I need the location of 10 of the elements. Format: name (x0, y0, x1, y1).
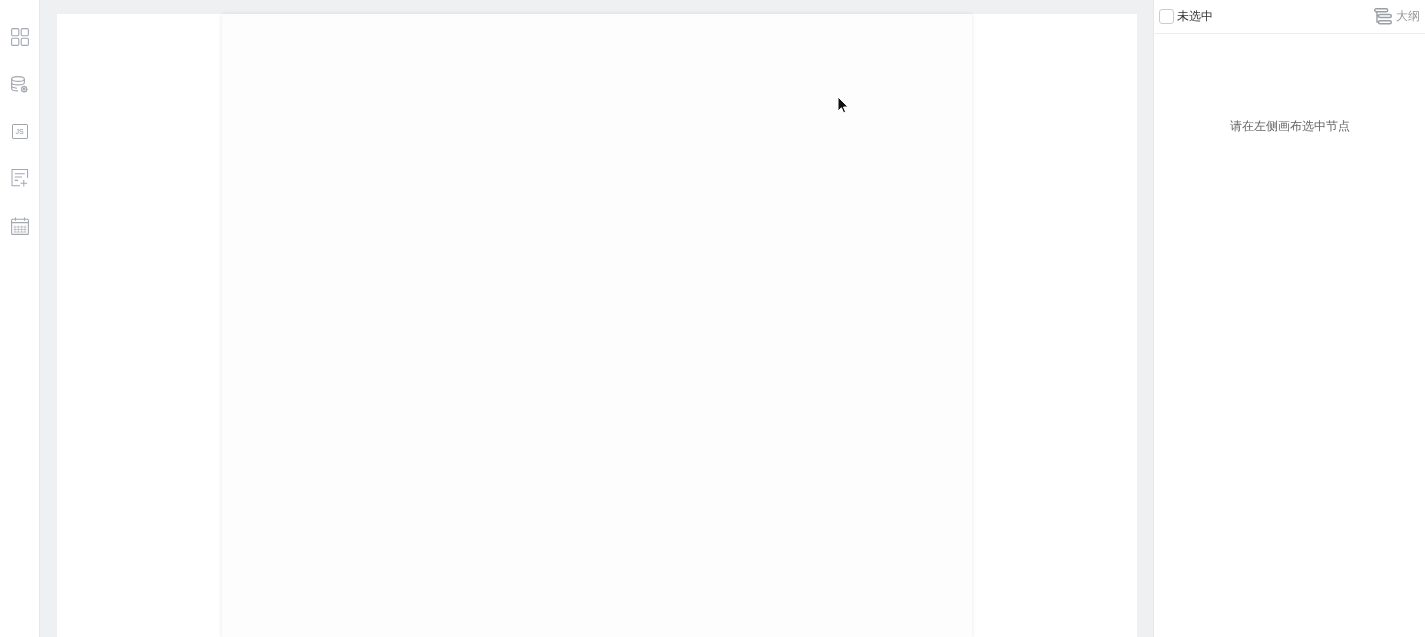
form-add-icon[interactable] (10, 169, 29, 187)
grid-icon[interactable] (10, 28, 29, 46)
empty-message: 请在左侧画布选中节点 (1229, 118, 1350, 135)
outline-button[interactable]: 大纲 (1374, 8, 1420, 25)
checkbox-label[interactable]: 未选中 (1177, 8, 1213, 25)
outline-tree-icon (1374, 8, 1392, 25)
database-gear-icon[interactable] (10, 76, 29, 94)
cursor-icon (837, 96, 849, 114)
checkbox[interactable] (1159, 9, 1174, 24)
calendar-icon[interactable] (10, 217, 29, 235)
